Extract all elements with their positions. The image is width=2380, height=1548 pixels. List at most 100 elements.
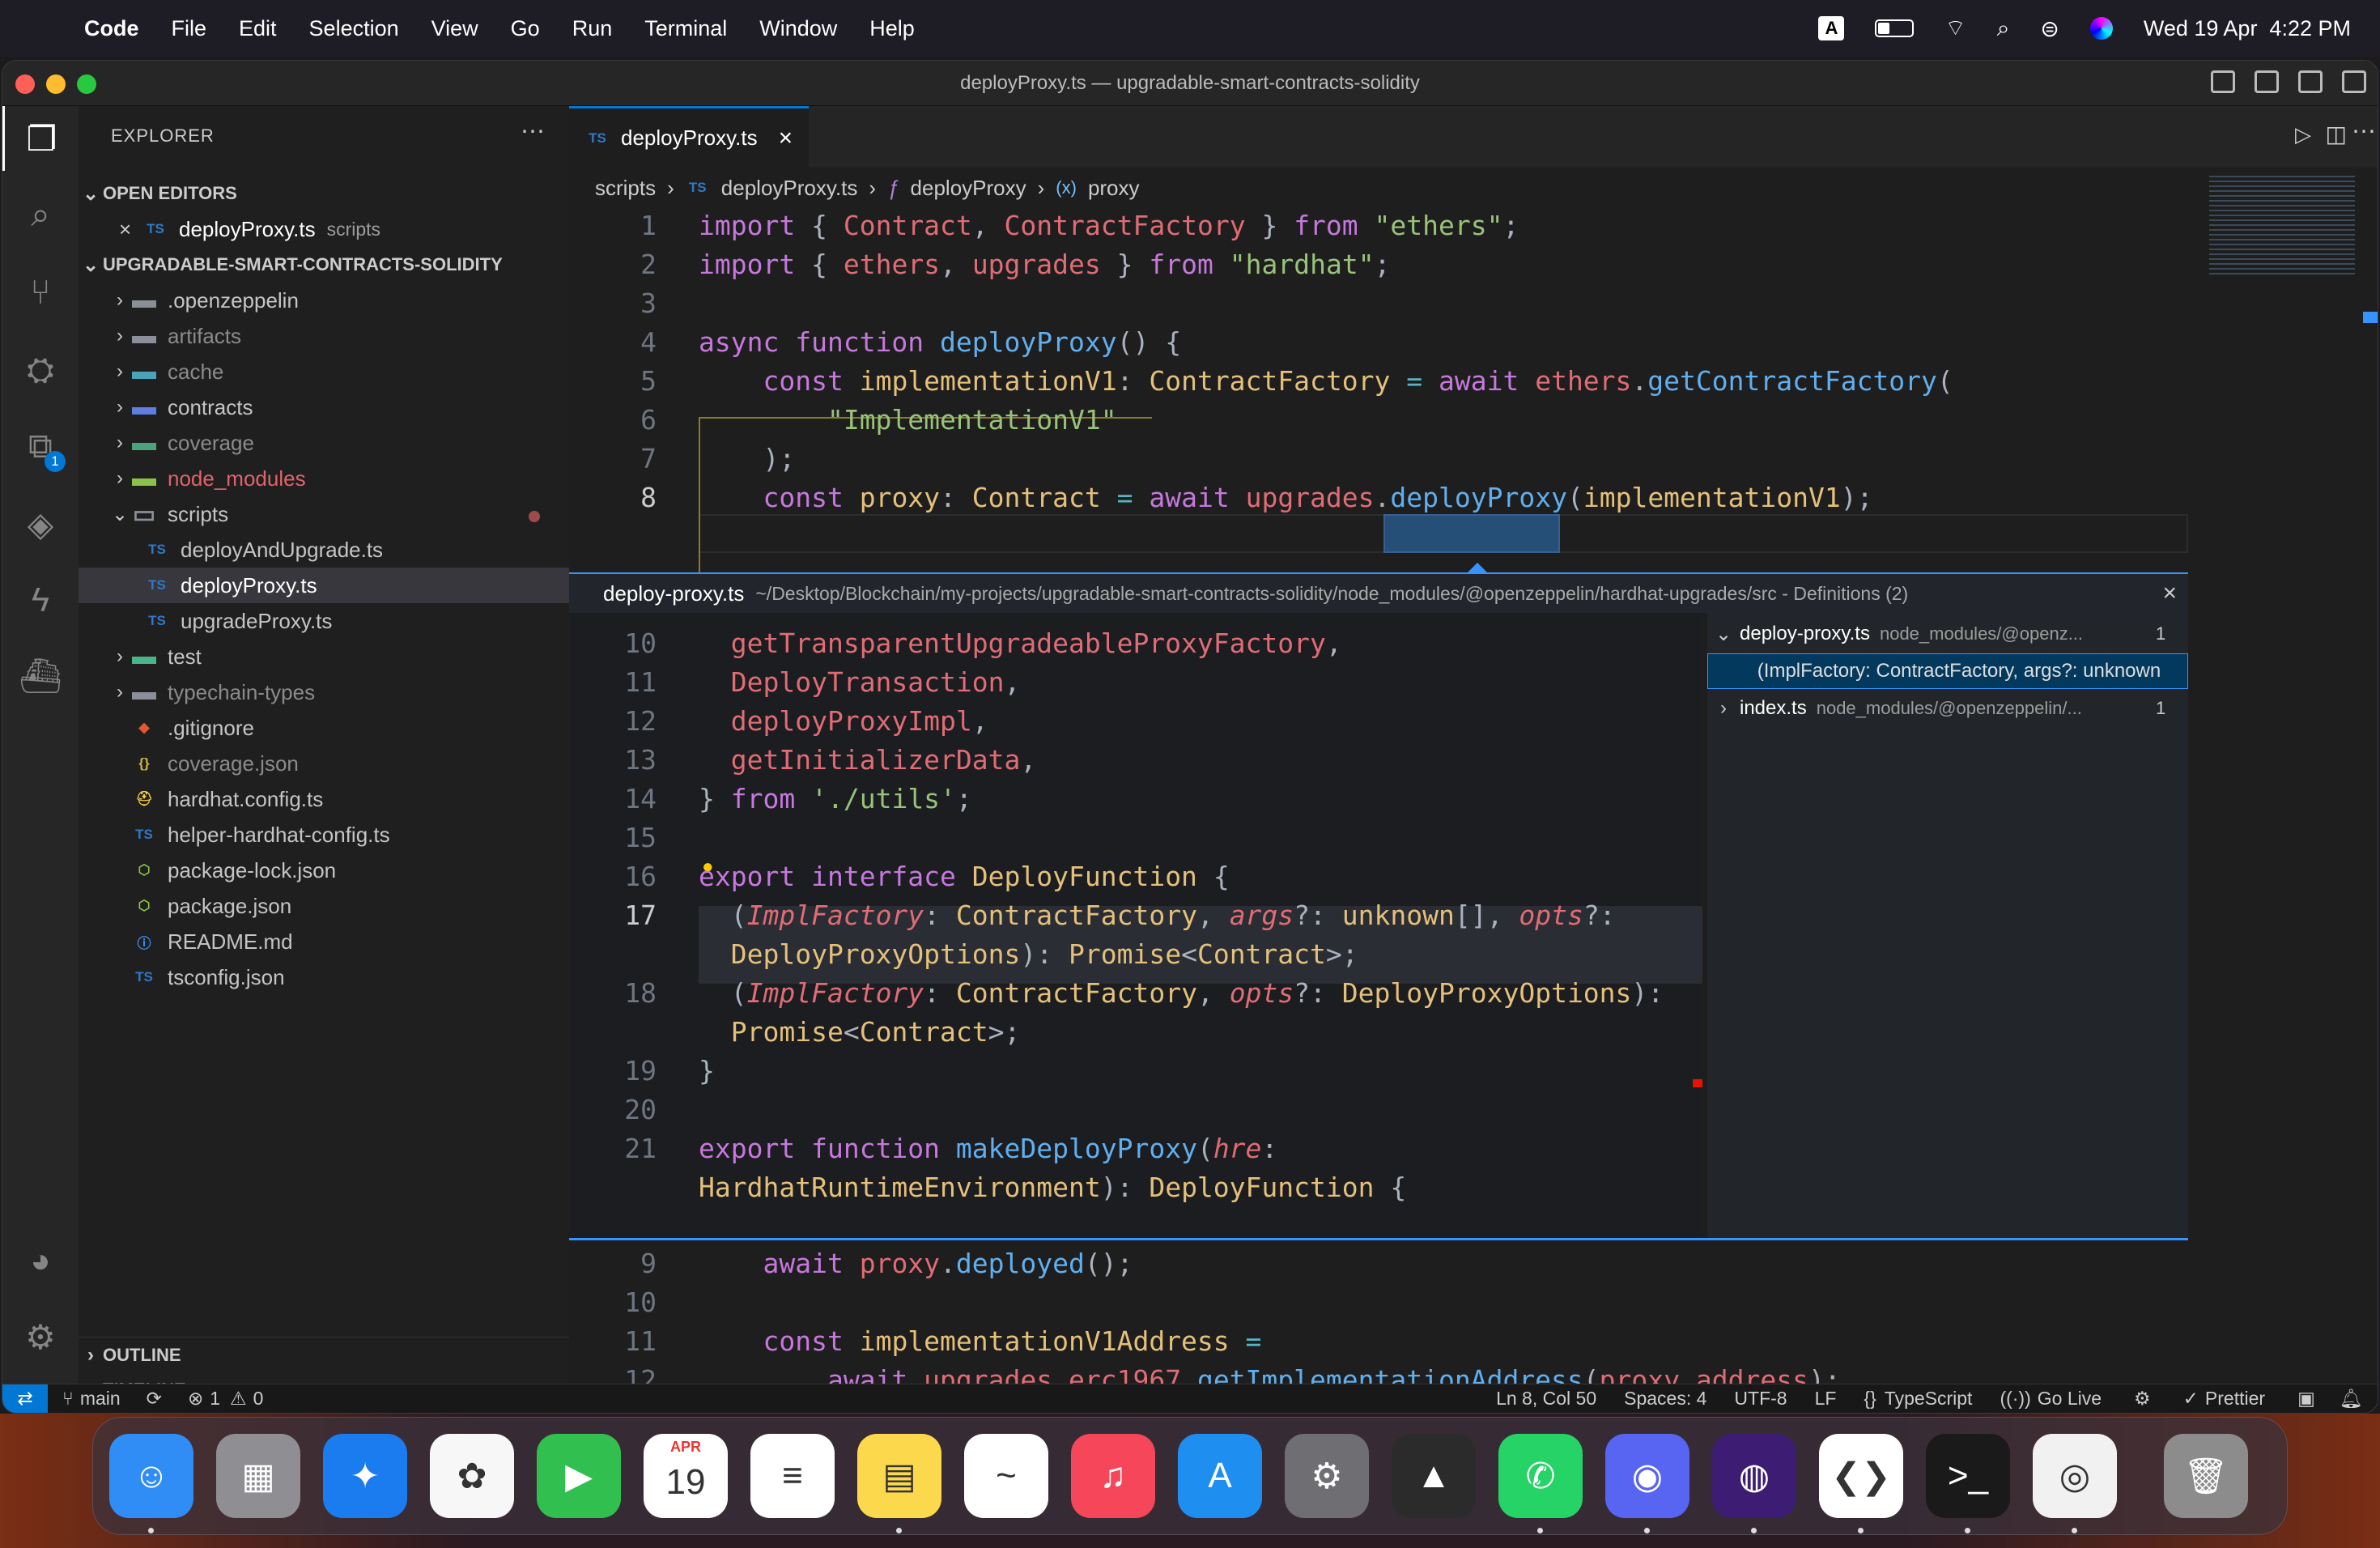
error-count[interactable]: 1 xyxy=(210,1388,220,1410)
tree-item[interactable]: {} coverage.json xyxy=(79,746,569,781)
battery-icon[interactable] xyxy=(1875,19,1915,37)
code-line[interactable]: HardhatRuntimeEnvironment): DeployFuncti… xyxy=(699,1168,1406,1207)
code-line[interactable]: DeployProxyOptions): Promise<Contract>; xyxy=(699,935,1358,974)
dock-terminal-icon[interactable]: >_ xyxy=(1926,1434,2010,1518)
code-line[interactable]: } xyxy=(699,1052,715,1091)
sync-icon[interactable]: ⟳ xyxy=(147,1388,162,1410)
cursor-position[interactable]: Ln 8, Col 50 xyxy=(1496,1388,1596,1410)
tree-item[interactable]: ◆ .gitignore xyxy=(79,710,569,746)
source-control-icon[interactable]: ⑂ xyxy=(2,260,79,325)
code-line[interactable]: getInitializerData, xyxy=(699,741,1037,780)
tree-item[interactable]: ⓘ README.md xyxy=(79,924,569,959)
dock-reminders-icon[interactable]: ≡ xyxy=(750,1434,835,1518)
code-line[interactable]: (ImplFactory: ContractFactory, opts?: De… xyxy=(699,974,1664,1013)
toggle-panel-icon[interactable] xyxy=(2255,70,2279,93)
copilot-icon[interactable]: ⚙ xyxy=(2134,1388,2151,1410)
tree-item[interactable]: › ▬ artifacts xyxy=(79,318,569,354)
code-line[interactable]: ); xyxy=(699,440,795,478)
notifications-bell-icon[interactable]: 🔔︎ xyxy=(2340,1388,2363,1410)
close-editor-icon[interactable]: × xyxy=(119,217,143,242)
toggle-primary-sidebar-icon[interactable] xyxy=(2211,70,2235,93)
dock-finder-icon[interactable]: ☺ xyxy=(109,1434,193,1518)
tree-item[interactable]: › ▬ test xyxy=(79,639,569,674)
code-line[interactable]: async function deployProxy() { xyxy=(699,323,1181,362)
peek-close-icon[interactable]: × xyxy=(2162,580,2177,607)
breadcrumb-file[interactable]: deployProxy.ts xyxy=(721,176,858,201)
code-line[interactable]: (ImplFactory: ContractFactory, args?: un… xyxy=(699,896,1616,935)
code-line[interactable]: getTransparentUpgradeableProxyFactory, xyxy=(699,624,1342,663)
breadcrumb-scripts[interactable]: scripts xyxy=(595,176,656,201)
tree-item[interactable]: TS helper-hardhat-config.ts xyxy=(79,817,569,853)
accounts-icon[interactable]: ◕ xyxy=(2,1228,79,1293)
split-editor-icon[interactable]: ◫ xyxy=(2326,121,2347,147)
dock-trash-icon[interactable]: 🗑 xyxy=(2164,1434,2248,1518)
menu-terminal[interactable]: Terminal xyxy=(644,16,727,41)
dock-whatsapp-icon[interactable]: ✆ xyxy=(1498,1434,1583,1518)
menu-selection[interactable]: Selection xyxy=(309,16,399,41)
dock-system-settings-icon[interactable]: ⚙ xyxy=(1285,1434,1369,1518)
docker-icon[interactable]: ⛴ xyxy=(2,644,79,708)
peek-reference-file[interactable]: › index.ts node_modules/@openzeppelin/... 1 xyxy=(1707,691,2188,726)
open-editors-section[interactable]: ⌄ OPEN EDITORS xyxy=(79,176,569,211)
scrollbar-thumb[interactable] xyxy=(2363,312,2378,323)
extensions-icon[interactable]: ⧉ 1 xyxy=(2,414,79,478)
spotlight-search-icon[interactable]: ⌕ xyxy=(1997,15,2010,42)
code-line[interactable]: export function makeDeployProxy(hre: xyxy=(699,1129,1277,1168)
code-line[interactable]: deployProxyImpl, xyxy=(699,702,988,741)
dock-safari-icon[interactable]: ✦ xyxy=(323,1434,407,1518)
peek-code-view[interactable]: ● 10 getTransparentUpgradeableProxyFacto… xyxy=(569,613,1702,1240)
peek-code[interactable]: 10 getTransparentUpgradeableProxyFactory… xyxy=(569,613,1702,1240)
code-line[interactable]: Promise<Contract>; xyxy=(699,1013,1021,1052)
dock-facetime-icon[interactable]: ▶ xyxy=(537,1434,621,1518)
menubar-clock[interactable]: Wed 19 Apr 4:22 PM xyxy=(2144,16,2351,41)
encoding[interactable]: UTF-8 xyxy=(1734,1388,1787,1410)
editor-more-actions-icon[interactable]: ⋯ xyxy=(2352,117,2376,146)
app-menu[interactable]: Code xyxy=(84,16,139,41)
code-line[interactable]: const implementationV1Address = xyxy=(699,1322,1261,1361)
code-top[interactable]: 1 import { Contract, ContractFactory } fr… xyxy=(569,206,2188,572)
code-line[interactable]: export interface DeployFunction { xyxy=(699,857,1230,896)
dock-app-store-icon[interactable]: A xyxy=(1178,1434,1262,1518)
code-bottom[interactable]: 9 await proxy.deployed(); 10 11 const impl… xyxy=(569,1244,2188,1385)
tree-item[interactable]: › ▬ .openzeppelin xyxy=(79,283,569,318)
tree-item[interactable]: › ▬ coverage xyxy=(79,425,569,461)
breadcrumb-function[interactable]: deployProxy xyxy=(911,176,1026,201)
tree-item[interactable]: TS deployAndUpgrade.ts xyxy=(79,532,569,568)
code-line[interactable]: "ImplementationV1" xyxy=(699,401,1117,440)
run-code-icon[interactable]: ▷ xyxy=(2295,122,2311,147)
code-line[interactable]: await proxy.deployed(); xyxy=(699,1244,1133,1283)
thunder-client-icon[interactable]: ϟ xyxy=(2,568,79,632)
go-live-button[interactable]: Go Live xyxy=(2038,1388,2102,1410)
dock-photos-icon[interactable]: ✿ xyxy=(430,1434,514,1518)
run-debug-icon[interactable]: ⛭ xyxy=(2,338,79,402)
explorer-icon[interactable]: ❐ xyxy=(2,106,79,171)
manage-gear-icon[interactable]: ⚙ xyxy=(2,1304,79,1369)
menu-run[interactable]: Run xyxy=(572,16,613,41)
menu-file[interactable]: File xyxy=(172,16,207,41)
code-line[interactable]: DeployTransaction, xyxy=(699,663,1021,702)
menu-window[interactable]: Window xyxy=(759,16,837,41)
tree-item[interactable]: › ▬ cache xyxy=(79,354,569,389)
tree-item[interactable]: TS tsconfig.json xyxy=(79,959,569,995)
peek-reference-file[interactable]: ⌄ deploy-proxy.ts node_modules/@openz... 1 xyxy=(1707,616,2188,652)
dock-freeform-icon[interactable]: ~ xyxy=(964,1434,1048,1518)
dock-vlc-icon[interactable]: ▲ xyxy=(1392,1434,1476,1518)
line-ending[interactable]: LF xyxy=(1815,1388,1837,1410)
customize-layout-icon[interactable] xyxy=(2342,70,2366,93)
code-line[interactable]: const proxy: Contract = await upgrades.d… xyxy=(699,478,1872,517)
close-tab-icon[interactable]: × xyxy=(779,125,793,152)
toggle-secondary-sidebar-icon[interactable] xyxy=(2298,70,2323,93)
wifi-icon[interactable]: ⌔ xyxy=(1944,15,1966,43)
project-section[interactable]: ⌄ UPGRADABLE-SMART-CONTRACTS-SOLIDITY xyxy=(79,247,569,283)
tree-item[interactable]: ⌄ ▭ scripts xyxy=(79,496,569,532)
tab-deployproxy[interactable]: TS deployProxy.ts × xyxy=(569,106,809,168)
dock-notes-icon[interactable]: ▤ xyxy=(857,1434,941,1518)
warning-count[interactable]: 0 xyxy=(253,1388,264,1410)
remote-explorer-icon[interactable]: ◈ xyxy=(2,491,79,556)
explorer-more-actions-icon[interactable]: ⋯ xyxy=(521,117,545,146)
menu-view[interactable]: View xyxy=(431,16,478,41)
menu-go[interactable]: Go xyxy=(511,16,540,41)
dock-chrome-icon[interactable]: ◎ xyxy=(2033,1434,2117,1518)
remote-indicator-icon[interactable]: ⇄ xyxy=(2,1384,48,1413)
dock-discord-icon[interactable]: ◉ xyxy=(1605,1434,1689,1518)
